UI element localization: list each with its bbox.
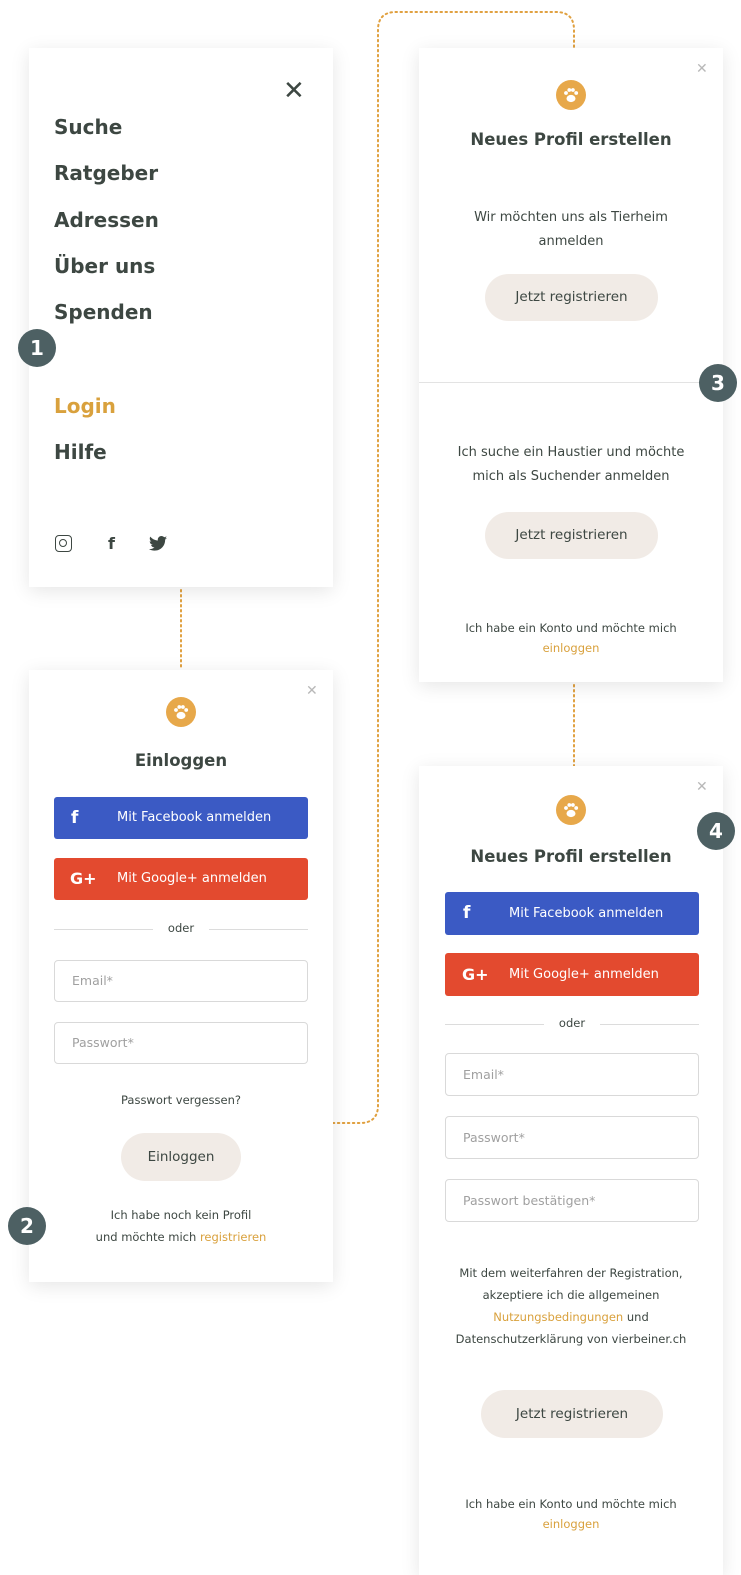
register-link[interactable]: registrieren [200, 1230, 266, 1244]
login-link[interactable]: einloggen [419, 638, 723, 658]
google-plus-icon: G+ [70, 869, 97, 888]
facebook-login-label: Mit Facebook anmelden [117, 810, 272, 825]
facebook-register-label: Mit Facebook anmelden [509, 906, 664, 921]
step-badge-4: 4 [697, 812, 735, 850]
divider [419, 382, 723, 383]
password-confirm-field[interactable]: Passwort bestätigen* [445, 1179, 699, 1222]
paw-logo-icon [556, 795, 586, 825]
register-seeker-button[interactable]: Jetzt registrieren [485, 512, 658, 559]
have-account-text: Ich habe ein Konto und möchte mich [465, 1497, 677, 1511]
or-label: oder [544, 1016, 600, 1030]
register-title: Neues Profil erstellen [470, 847, 672, 866]
menu-item-spenden[interactable]: Spenden [54, 300, 153, 324]
facebook-register-button[interactable]: f Mit Facebook anmelden [445, 892, 699, 935]
seeker-text-line2: mich als Suchender anmelden [472, 469, 670, 484]
seeker-text-line1: Ich suche ein Haustier und möchte [457, 445, 685, 460]
choose-title: Neues Profil erstellen [470, 130, 672, 149]
menu-item-ueber-uns[interactable]: Über uns [54, 254, 155, 278]
register-panel: ✕ Neues Profil erstellen f Mit Facebook … [419, 766, 723, 1575]
menu-item-ratgeber[interactable]: Ratgeber [54, 161, 158, 185]
login-panel: ✕ Einloggen f Mit Facebook anmelden G+ M… [29, 670, 333, 1282]
password-field[interactable]: Passwort* [54, 1022, 308, 1064]
or-label: oder [153, 921, 209, 935]
terms-line2: akzeptiere ich die allgemeinen [482, 1288, 660, 1302]
paw-logo-icon [556, 80, 586, 110]
close-icon[interactable]: ✕ [283, 78, 305, 104]
facebook-icon: f [463, 903, 471, 923]
facebook-icon[interactable]: f [108, 534, 115, 553]
menu-item-adressen[interactable]: Adressen [54, 208, 159, 232]
close-icon[interactable]: ✕ [306, 684, 318, 698]
menu-item-suche[interactable]: Suche [54, 115, 122, 139]
google-login-button[interactable]: G+ Mit Google+ anmelden [54, 858, 308, 900]
no-profile-line2: und möchte mich registrieren [29, 1226, 333, 1248]
forgot-password-link[interactable]: Passwort vergessen? [29, 1090, 333, 1110]
shelter-text-line2: anmelden [538, 234, 604, 249]
google-register-button[interactable]: G+ Mit Google+ anmelden [445, 953, 699, 996]
no-profile-line2-text: und möchte mich [95, 1230, 197, 1244]
email-field[interactable]: Email* [54, 960, 308, 1002]
no-profile-line1: Ich habe noch kein Profil [110, 1208, 252, 1222]
terms-and: und [626, 1310, 649, 1324]
register-shelter-button[interactable]: Jetzt registrieren [485, 274, 658, 321]
login-title: Einloggen [134, 751, 228, 770]
step-badge-1: 1 [18, 329, 56, 367]
choose-profile-panel: ✕ Neues Profil erstellen Wir möchten uns… [419, 48, 723, 682]
login-link[interactable]: einloggen [419, 1514, 723, 1534]
login-submit-button[interactable]: Einloggen [121, 1133, 241, 1181]
menu-panel: ✕ Suche Ratgeber Adressen Über uns Spend… [29, 48, 333, 587]
menu-item-hilfe[interactable]: Hilfe [54, 440, 107, 464]
step-badge-3: 3 [699, 364, 737, 402]
close-icon[interactable]: ✕ [696, 62, 708, 76]
close-icon[interactable]: ✕ [696, 780, 708, 794]
terms-line4: Datenschutzerklärung von vierbeiner.ch [455, 1332, 687, 1346]
no-profile-text: Ich habe noch kein Profil und möchte mic… [29, 1204, 333, 1248]
shelter-text-line1: Wir möchten uns als Tierheim [474, 210, 668, 225]
menu-item-login[interactable]: Login [54, 394, 116, 418]
google-register-label: Mit Google+ anmelden [509, 967, 659, 982]
google-plus-icon: G+ [462, 965, 489, 984]
facebook-icon: f [71, 808, 79, 828]
have-account-text: Ich habe ein Konto und möchte mich [465, 621, 677, 635]
paw-logo-icon [166, 697, 196, 727]
facebook-login-button[interactable]: f Mit Facebook anmelden [54, 797, 308, 839]
google-login-label: Mit Google+ anmelden [117, 871, 267, 886]
terms-link[interactable]: Nutzungsbedingungen [493, 1310, 623, 1324]
email-field[interactable]: Email* [445, 1053, 699, 1096]
password-field[interactable]: Passwort* [445, 1116, 699, 1159]
twitter-icon[interactable] [149, 536, 167, 555]
terms-line3: Nutzungsbedingungen und [419, 1307, 723, 1327]
register-submit-button[interactable]: Jetzt registrieren [481, 1390, 663, 1438]
terms-line1: Mit dem weiterfahren der Registration, [459, 1266, 683, 1280]
instagram-icon[interactable] [55, 535, 72, 552]
